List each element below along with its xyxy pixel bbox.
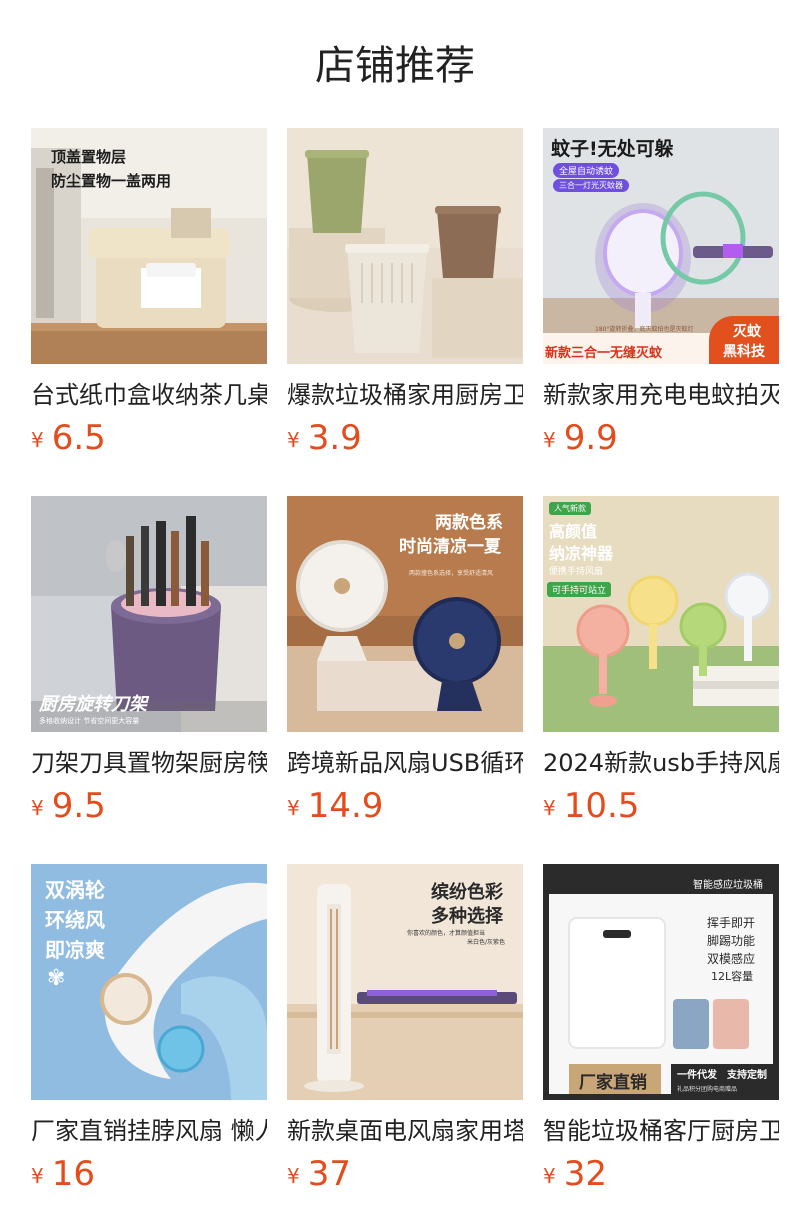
image-caption: 双模感应 — [707, 952, 756, 966]
product-name[interactable]: 刀架刀具置物架厨房筷子筒 — [31, 746, 267, 780]
image-caption: 两款色系 — [435, 513, 503, 533]
product-price: ¥37 — [287, 1154, 351, 1194]
product-name[interactable]: 2024新款usb手持风扇 — [543, 746, 779, 780]
product-name[interactable]: 新款桌面电风扇家用塔扇 — [287, 1114, 523, 1148]
price-value: 6.5 — [51, 418, 106, 458]
currency-symbol: ¥ — [287, 1164, 300, 1188]
image-banner: 新款三合一无缝灭蚊 — [545, 346, 663, 361]
product-card-neck-fan[interactable]: 双涡轮 环绕风 即凉爽 ✾ 厂家直销挂脖风扇 懒人风扇 ¥16 — [31, 864, 267, 1194]
product-card-tissue-box[interactable]: 顶盖置物层 防尘置物一盖两用 台式纸巾盒收纳茶几桌面 ¥6.5 — [31, 128, 267, 458]
product-price: ¥9.5 — [31, 786, 106, 826]
product-image-knife-holder[interactable]: 厨房旋转刀架 多格收纳设计 节省空间更大容量 — [31, 496, 267, 732]
product-image-tissue-box[interactable]: 顶盖置物层 防尘置物一盖两用 — [31, 128, 267, 364]
price-value: 37 — [307, 1154, 351, 1194]
image-tag: 可手持可站立 — [547, 582, 612, 597]
image-caption: 多种选择 — [431, 906, 503, 927]
image-subcaption: 便携手持风扇 — [549, 567, 604, 577]
image-subcaption: 你喜欢的颜色，才算颜值担当 — [407, 930, 486, 937]
image-subcaption: 多格收纳设计 节省空间更大容量 — [39, 717, 140, 725]
product-name[interactable]: 智能垃圾桶客厅厨房卫生间 — [543, 1114, 779, 1148]
product-price: ¥32 — [543, 1154, 607, 1194]
image-subcaption: 两款撞色系选择，享受舒适清风 — [409, 570, 494, 577]
image-caption: 蚊子!无处可躲 — [551, 138, 674, 160]
product-card-knife-holder[interactable]: 厨房旋转刀架 多格收纳设计 节省空间更大容量 刀架刀具置物架厨房筷子筒 ¥9.5 — [31, 496, 267, 826]
product-price: ¥9.9 — [543, 418, 618, 458]
product-name[interactable]: 厂家直销挂脖风扇 懒人风扇 — [31, 1114, 267, 1148]
product-image-clip-fan[interactable]: 两款色系 时尚清凉一夏 两款撞色系选择，享受舒适清风 — [287, 496, 523, 732]
image-caption: 纳凉神器 — [549, 544, 614, 563]
image-note: 180°旋转折叠，底灭蚊拍也是灭蚊灯 — [595, 326, 694, 333]
price-value: 9.5 — [51, 786, 106, 826]
product-name[interactable]: 爆款垃圾桶家用厨房卫生间 — [287, 378, 523, 412]
image-caption: 厨房旋转刀架 — [39, 694, 147, 715]
image-caption: 挥手即开 — [707, 916, 756, 930]
product-image-neck-fan[interactable]: 双涡轮 环绕风 即凉爽 ✾ — [31, 864, 267, 1100]
product-price: ¥14.9 — [287, 786, 383, 826]
image-note: 礼品积分团购电商赠品 — [677, 1086, 738, 1093]
price-value: 14.9 — [307, 786, 384, 826]
product-price: ¥6.5 — [31, 418, 106, 458]
product-grid: 顶盖置物层 防尘置物一盖两用 台式纸巾盒收纳茶几桌面 ¥6.5 — [31, 128, 781, 1194]
currency-symbol: ¥ — [287, 796, 300, 820]
image-caption: 即凉爽 — [45, 938, 105, 962]
currency-symbol: ¥ — [31, 796, 44, 820]
image-badge: 灭蚊 — [733, 324, 761, 340]
currency-symbol: ¥ — [31, 1164, 44, 1188]
image-banner: 厂家直销 — [579, 1073, 647, 1093]
image-subcaption: 米白色/灰紫色 — [467, 939, 506, 946]
product-card-smart-bin[interactable]: 智能感应垃圾桶 挥手即开 脚踢功能 双模感应 12L容量 厂家直销 一件代发 支… — [543, 864, 779, 1194]
product-image-mosquito-swatter[interactable]: 蚊子!无处可躲 全屋自动诱蚊 三合一灯光灭蚊器 180°旋转折叠，底灭蚊拍也是灭… — [543, 128, 779, 364]
image-tag: 三合一灯光灭蚊器 — [553, 179, 629, 192]
product-name[interactable]: 台式纸巾盒收纳茶几桌面 — [31, 378, 267, 412]
product-image-handheld-fan[interactable]: 人气新款 高颜值 纳凉神器 便携手持风扇 可手持可站立 — [543, 496, 779, 732]
image-caption: 高颜值 — [549, 522, 598, 541]
currency-symbol: ¥ — [287, 428, 300, 452]
price-value: 3.9 — [307, 418, 362, 458]
product-card-handheld-fan[interactable]: 人气新款 高颜值 纳凉神器 便携手持风扇 可手持可站立 2024新款usb手持风… — [543, 496, 779, 826]
image-tag: 全屋自动诱蚊 — [553, 163, 620, 178]
product-name[interactable]: 跨境新品风扇USB循环夹扇 — [287, 746, 523, 780]
currency-symbol: ¥ — [543, 428, 556, 452]
product-card-mosquito-swatter[interactable]: 蚊子!无处可躲 全屋自动诱蚊 三合一灯光灭蚊器 180°旋转折叠，底灭蚊拍也是灭… — [543, 128, 779, 458]
image-tag: 人气新款 — [549, 502, 591, 515]
product-price: ¥16 — [31, 1154, 95, 1194]
image-caption: 顶盖置物层 — [51, 148, 127, 166]
image-caption: 双涡轮 — [45, 878, 105, 902]
image-tag: 一件代发 — [677, 1070, 717, 1081]
image-caption: 缤纷色彩 — [431, 882, 503, 903]
image-caption: 防尘置物一盖两用 — [51, 172, 172, 190]
currency-symbol: ¥ — [543, 796, 556, 820]
image-tag: 支持定制 — [727, 1070, 767, 1081]
price-value: 16 — [51, 1154, 95, 1194]
section-title: 店铺推荐 — [315, 43, 475, 89]
fan-icon: ✾ — [47, 966, 66, 991]
product-card-trash-bin[interactable]: 爆款垃圾桶家用厨房卫生间 ¥3.9 — [287, 128, 523, 458]
image-caption: 12L容量 — [711, 970, 754, 983]
product-image-smart-bin[interactable]: 智能感应垃圾桶 挥手即开 脚踢功能 双模感应 12L容量 厂家直销 一件代发 支… — [543, 864, 779, 1100]
currency-symbol: ¥ — [31, 428, 44, 452]
product-name[interactable]: 新款家用充电电蚊拍灭蚊灯 — [543, 378, 779, 412]
product-price: ¥10.5 — [543, 786, 639, 826]
image-caption: 环绕风 — [45, 908, 105, 932]
product-image-tower-fan[interactable]: 缤纷色彩 多种选择 你喜欢的颜色，才算颜值担当 米白色/灰紫色 — [287, 864, 523, 1100]
image-caption: 脚踢功能 — [707, 934, 756, 948]
product-image-trash-bin[interactable] — [287, 128, 523, 364]
price-value: 10.5 — [563, 786, 640, 826]
image-header: 智能感应垃圾桶 — [693, 880, 763, 891]
product-price: ¥3.9 — [287, 418, 362, 458]
image-caption: 时尚清凉一夏 — [399, 537, 501, 557]
currency-symbol: ¥ — [543, 1164, 556, 1188]
price-value: 32 — [563, 1154, 607, 1194]
product-card-tower-fan[interactable]: 缤纷色彩 多种选择 你喜欢的颜色，才算颜值担当 米白色/灰紫色 新款桌面电风扇家… — [287, 864, 523, 1194]
price-value: 9.9 — [563, 418, 618, 458]
product-card-clip-fan[interactable]: 两款色系 时尚清凉一夏 两款撞色系选择，享受舒适清风 跨境新品风扇USB循环夹扇… — [287, 496, 523, 826]
image-badge: 黑科技 — [723, 344, 765, 360]
